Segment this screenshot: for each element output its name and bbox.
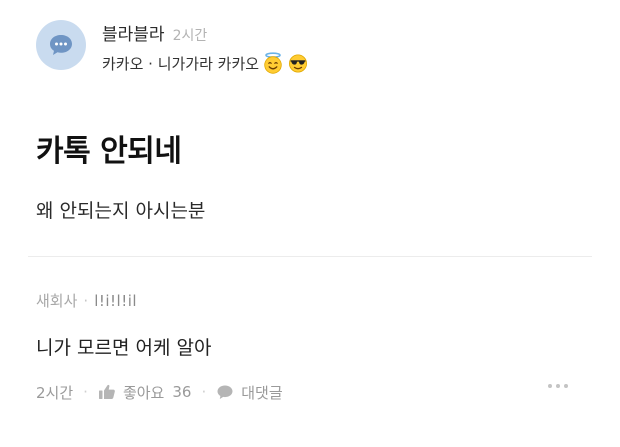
reply-label: 대댓글: [241, 383, 283, 402]
more-dot: [556, 384, 560, 388]
author-name[interactable]: 블라블라: [102, 20, 165, 45]
post-time: 2시간: [172, 28, 208, 44]
divider: [28, 256, 592, 257]
reply-button[interactable]: 대댓글: [216, 382, 283, 403]
like-label: 좋아요: [122, 383, 165, 402]
chat-bubble-icon: [50, 35, 72, 55]
separator-dot: ·: [83, 383, 88, 401]
post-meta: 블라블라 2시간 카카오 · 니가가라 카카오: [102, 20, 309, 76]
separator-dot: ·: [201, 383, 207, 401]
board-name[interactable]: 카카오 · 니가가라 카카오: [102, 53, 259, 74]
post-title: 카톡 안되네: [36, 134, 182, 169]
post-header: 블라블라 2시간 카카오 · 니가가라 카카오: [36, 20, 309, 76]
halo-smile-emoji: [262, 52, 284, 74]
comment-company[interactable]: 새회사: [36, 290, 77, 311]
board-row: 카카오 · 니가가라 카카오: [102, 50, 309, 76]
more-dot: [548, 384, 552, 388]
post-body: 왜 안되는지 아시는분: [36, 200, 206, 222]
separator-dot: ·: [83, 291, 89, 310]
comment-nickname: l!i!l!il: [94, 291, 138, 310]
author-row: 블라블라 2시간: [102, 20, 309, 45]
like-count: 36: [172, 383, 192, 401]
like-button[interactable]: 좋아요 36: [98, 382, 192, 403]
speech-bubble-icon: [217, 385, 233, 399]
comment-time: 2시간: [36, 383, 74, 402]
more-dot: [564, 384, 568, 388]
avatar[interactable]: [36, 20, 86, 70]
sunglasses-emoji: [287, 52, 309, 74]
comment-author-row: 새회사 · l!i!l!il: [36, 290, 137, 311]
comment-text: 니가 모르면 어케 알아: [36, 337, 212, 359]
comment-actions: 2시간 · 좋아요 36 · 대댓글: [36, 380, 283, 404]
more-options-icon[interactable]: [548, 384, 568, 388]
thumbs-up-icon: [98, 384, 115, 399]
